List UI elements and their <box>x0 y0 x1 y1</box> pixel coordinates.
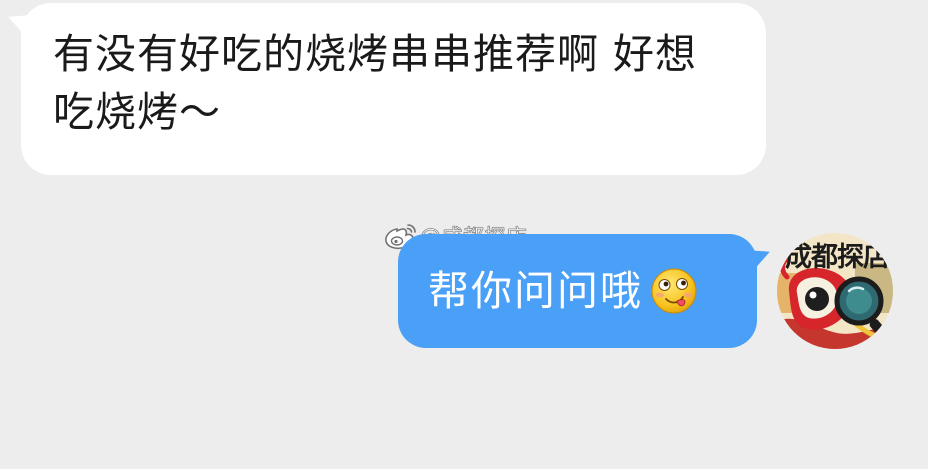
incoming-message-bubble[interactable]: 有没有好吃的烧烤串串推荐啊 好想吃烧烤～ <box>21 3 766 175</box>
outgoing-message-bubble[interactable]: 帮你问问哦 <box>398 234 757 348</box>
outgoing-message-text: 帮你问问哦 <box>428 266 643 315</box>
avatar-caption: 成都探店 <box>785 242 890 273</box>
avatar[interactable]: 成都探店 <box>777 233 893 349</box>
drooling-face-emoji <box>651 268 697 314</box>
incoming-message-text: 有没有好吃的烧烤串串推荐啊 好想吃烧烤～ <box>53 30 698 136</box>
